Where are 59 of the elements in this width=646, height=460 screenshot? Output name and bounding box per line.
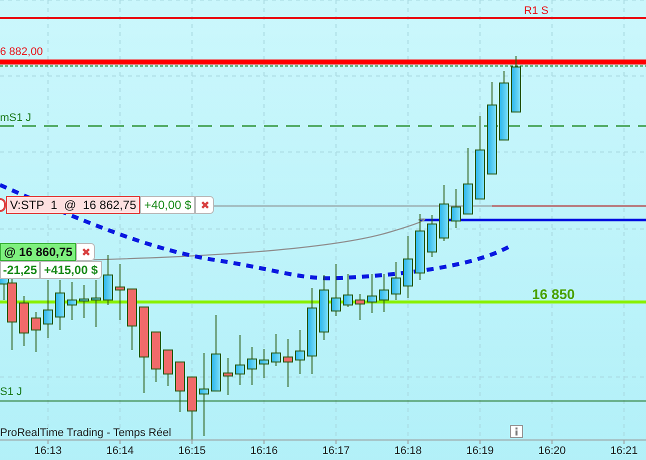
time-axis-label: 16:20 — [537, 445, 567, 457]
candlestick — [427, 214, 437, 258]
source-label: ProRealTime Trading - Temps Réel — [0, 427, 172, 439]
candlestick — [151, 332, 161, 382]
candlestick — [283, 338, 293, 388]
candlestick — [223, 358, 233, 396]
candlestick — [55, 280, 65, 330]
time-axis-label: 16:17 — [321, 445, 351, 457]
candlestick — [391, 262, 401, 300]
candlestick — [319, 274, 329, 340]
candlestick — [91, 280, 101, 328]
profit-label: +40,00 $ — [140, 196, 196, 214]
candlestick — [79, 284, 89, 318]
candlestick — [295, 330, 305, 374]
candlestick — [235, 334, 245, 386]
candlestick — [115, 264, 125, 320]
close-button[interactable]: ✖ — [76, 243, 96, 261]
candlestick — [331, 264, 341, 316]
candlestick — [511, 56, 521, 112]
candlestick — [19, 296, 29, 346]
close-button[interactable]: ✖ — [195, 196, 214, 214]
candlestick — [31, 312, 41, 352]
level-label: mS1 J — [0, 112, 32, 124]
candlestick — [271, 334, 281, 366]
candlestick — [367, 274, 377, 314]
candlestick — [451, 188, 461, 228]
candlestick — [259, 348, 269, 378]
candlestick — [355, 294, 365, 320]
time-axis-label: 16:13 — [33, 445, 63, 457]
candlestick — [415, 214, 425, 280]
candlestick — [247, 346, 257, 386]
candlestick — [187, 376, 197, 440]
candlestick — [499, 70, 509, 140]
time-axis-label: 16:14 — [105, 445, 135, 457]
profit-label: +415,00 $ — [40, 261, 102, 279]
level-label: S1 J — [0, 386, 22, 398]
candlestick — [127, 288, 137, 350]
candlestick — [403, 236, 413, 298]
candlestick — [67, 282, 77, 320]
order-label: @ 16 860,75 — [0, 243, 76, 261]
candlestick — [43, 280, 53, 338]
time-axis-label: 16:19 — [465, 445, 495, 457]
candlestick — [163, 350, 173, 386]
time-axis-label: 16:16 — [249, 445, 279, 457]
candlestick — [463, 148, 473, 214]
candlestick — [439, 184, 449, 242]
level-label: 16 850 — [532, 286, 575, 302]
time-axis-label: 16:21 — [609, 445, 639, 457]
time-axis-label: 16:15 — [177, 445, 207, 457]
candlestick — [343, 274, 353, 308]
points-label: -21,25 — [0, 261, 40, 279]
level-label: 6 882,00 — [0, 46, 43, 58]
candlestick — [175, 362, 185, 412]
candlestick — [103, 254, 113, 306]
time-axis-label: 16:18 — [393, 445, 423, 457]
order-label: V:STP 1 @ 16 862,75 — [6, 196, 140, 214]
candlestick — [379, 274, 389, 312]
info-icon[interactable] — [510, 425, 523, 438]
level-label: R1 S — [524, 5, 548, 17]
